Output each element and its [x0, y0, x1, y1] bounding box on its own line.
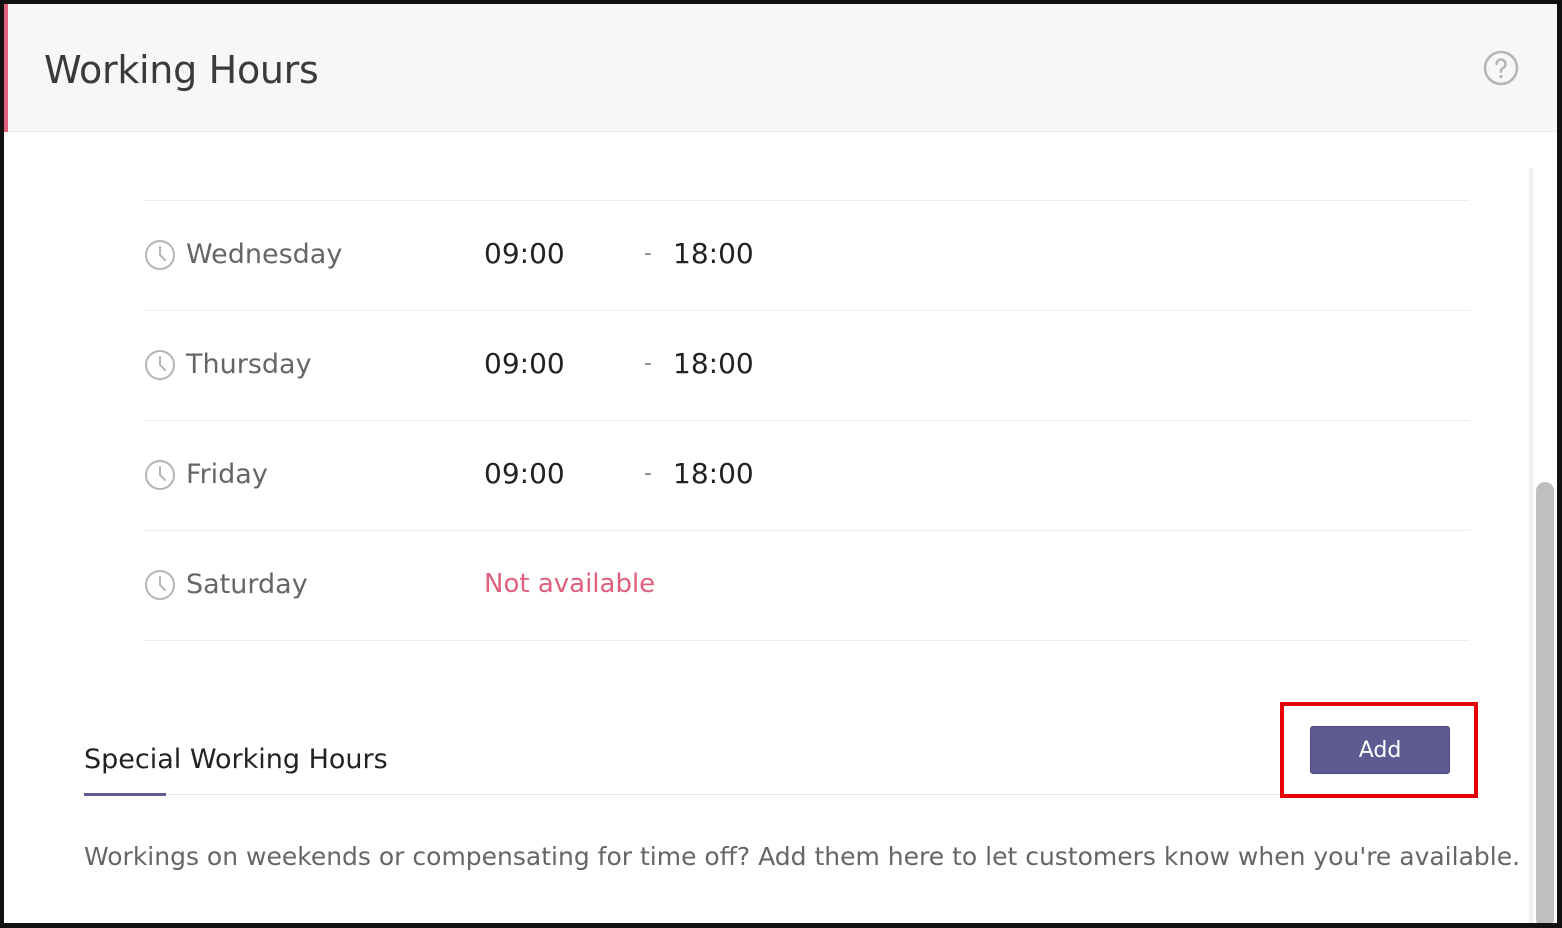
- start-time[interactable]: 09:00: [484, 347, 565, 380]
- day-name: Saturday: [186, 569, 308, 600]
- special-hours-heading: Special Working Hours: [84, 744, 388, 775]
- panel-header: Working Hours: [4, 4, 1557, 132]
- schedule-row-wednesday[interactable]: Wednesday 09:00 - 18:00: [144, 201, 1470, 311]
- page-title: Working Hours: [44, 48, 319, 92]
- day-name: Friday: [186, 459, 268, 490]
- start-time[interactable]: 09:00: [484, 457, 565, 490]
- end-time[interactable]: 18:00: [673, 457, 754, 490]
- schedule-row-saturday[interactable]: Saturday Not available: [144, 531, 1470, 641]
- end-time[interactable]: 18:00: [673, 237, 754, 270]
- time-separator: -: [644, 461, 652, 486]
- clock-icon: [145, 460, 175, 490]
- question-circle-icon[interactable]: [1483, 50, 1519, 86]
- time-separator: -: [644, 241, 652, 266]
- special-hours-description: Workings on weekends or compensating for…: [84, 842, 1521, 871]
- schedule-row-thursday[interactable]: Thursday 09:00 - 18:00: [144, 311, 1470, 421]
- section-divider: [84, 794, 1470, 795]
- clock-icon: [145, 350, 175, 380]
- working-hours-panel: Working Hours Wednesday 09:00 - 18:00 Th…: [0, 0, 1562, 928]
- scrollbar-thumb[interactable]: [1536, 482, 1554, 923]
- unavailable-status: Not available: [484, 569, 656, 599]
- clock-icon: [145, 570, 175, 600]
- scrollbar-track[interactable]: [1529, 168, 1533, 923]
- add-special-hours-button[interactable]: Add: [1310, 726, 1450, 774]
- schedule-row-friday[interactable]: Friday 09:00 - 18:00: [144, 421, 1470, 531]
- end-time[interactable]: 18:00: [673, 347, 754, 380]
- active-tab-underline: [84, 793, 166, 796]
- day-name: Wednesday: [186, 239, 343, 270]
- clock-icon: [145, 240, 175, 270]
- header-accent-bar: [4, 4, 8, 132]
- start-time[interactable]: 09:00: [484, 237, 565, 270]
- day-name: Thursday: [186, 349, 312, 380]
- time-separator: -: [644, 351, 652, 376]
